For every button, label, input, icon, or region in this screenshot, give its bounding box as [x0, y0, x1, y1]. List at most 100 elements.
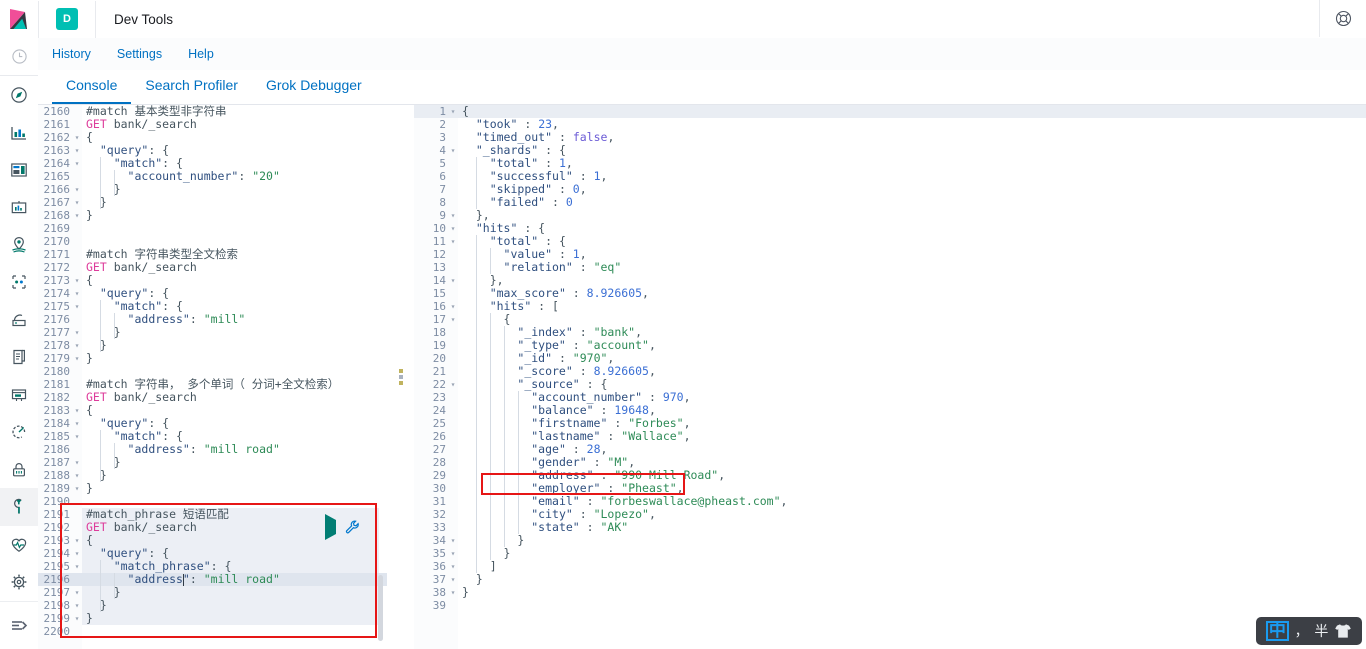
fold-toggle-icon[interactable]: ▾ [448, 547, 458, 560]
fold-toggle-icon[interactable]: ▾ [448, 274, 458, 287]
fold-toggle-icon[interactable]: ▾ [72, 352, 82, 365]
shirt-icon[interactable] [1334, 623, 1352, 639]
collapse-sidebar-button[interactable] [0, 600, 38, 649]
sidebar-item-apm[interactable] [0, 376, 38, 413]
fold-toggle-icon[interactable]: ▾ [72, 469, 82, 482]
code-line[interactable]: 9 ▾ }, [414, 209, 1366, 223]
gear-icon [10, 573, 28, 591]
code-line[interactable]: 33 "state" : "AK" [414, 521, 1366, 534]
code-line[interactable]: 2189 ▾} [38, 482, 387, 496]
sidebar-item-visualize[interactable] [0, 114, 38, 151]
code-line[interactable]: 35 ▾ } [414, 547, 1366, 560]
sidebar-item-discover[interactable] [0, 76, 38, 113]
code-line[interactable]: 16 ▾ "hits" : [ [414, 300, 1366, 313]
kibana-logo-icon[interactable] [0, 0, 39, 38]
fold-toggle-icon[interactable]: ▾ [72, 404, 82, 417]
sidebar-item-dashboard[interactable] [0, 151, 38, 188]
sidebar-item-canvas[interactable] [0, 189, 38, 226]
fold-toggle-icon[interactable]: ▾ [72, 560, 82, 573]
code-line[interactable]: 2169 [38, 222, 387, 235]
code-line[interactable]: 2168 ▾} [38, 209, 387, 223]
fold-toggle-icon[interactable]: ▾ [72, 482, 82, 495]
fold-toggle-icon[interactable]: ▾ [448, 105, 458, 118]
sidebar-item-management[interactable] [0, 563, 38, 600]
ime-status-bar[interactable]: 中 ， 半 [1256, 617, 1362, 645]
fold-toggle-icon[interactable]: ▾ [448, 586, 458, 599]
subnav-link-history[interactable]: History [52, 47, 91, 61]
code-text: } [86, 351, 93, 365]
sidebar-item-dev-tools[interactable] [0, 488, 38, 526]
fold-toggle-icon[interactable]: ▾ [72, 430, 82, 443]
fold-toggle-icon[interactable]: ▾ [448, 534, 458, 547]
fold-toggle-icon[interactable]: ▾ [72, 417, 82, 430]
sidebar-item-maps[interactable] [0, 226, 38, 263]
code-line[interactable]: 37 ▾ } [414, 573, 1366, 587]
ime-mode-indicator[interactable]: 中 [1265, 621, 1289, 641]
fold-toggle-icon[interactable]: ▾ [72, 131, 82, 144]
space-avatar[interactable]: D [39, 0, 96, 38]
fold-toggle-icon[interactable]: ▾ [448, 144, 458, 157]
fold-toggle-icon[interactable]: ▾ [72, 547, 82, 560]
fold-toggle-icon[interactable]: ▾ [448, 313, 458, 326]
fold-toggle-icon[interactable]: ▾ [448, 573, 458, 586]
fold-toggle-icon[interactable]: ▾ [72, 534, 82, 547]
editor-scrollbar[interactable] [378, 105, 385, 649]
fold-toggle-icon[interactable]: ▾ [448, 560, 458, 573]
fold-toggle-icon[interactable]: ▾ [448, 235, 458, 248]
fold-toggle-icon[interactable]: ▾ [72, 300, 82, 313]
request-options-button[interactable] [345, 520, 360, 535]
pane-resize-handle[interactable] [387, 105, 414, 649]
sidebar-item-infrastructure[interactable] [0, 301, 38, 338]
line-number: 2162 [43, 131, 71, 144]
subnav-link-help[interactable]: Help [188, 47, 214, 61]
fold-toggle-icon[interactable]: ▾ [72, 183, 82, 196]
ime-punctuation-indicator[interactable]: ， [1295, 621, 1309, 641]
code-line[interactable]: 13 "relation" : "eq" [414, 261, 1366, 274]
fold-toggle-icon[interactable]: ▾ [72, 599, 82, 612]
code-line[interactable]: 8 "failed" : 0 [414, 196, 1366, 209]
line-number: 2186 [43, 443, 71, 456]
sidebar-item-machine-learning[interactable] [0, 264, 38, 301]
code-line[interactable]: 2179 ▾} [38, 351, 387, 366]
console-request-editor[interactable]: 2160 #match 基本类型非字符串 2161 GET bank/_search 2… [38, 105, 387, 649]
fold-toggle-icon[interactable]: ▾ [72, 287, 82, 300]
fold-toggle-icon[interactable]: ▾ [72, 274, 82, 287]
send-request-button[interactable] [325, 514, 336, 540]
fold-toggle-icon[interactable]: ▾ [72, 144, 82, 157]
fold-toggle-icon[interactable]: ▾ [72, 456, 82, 469]
fold-toggle-icon[interactable]: ▾ [72, 157, 82, 170]
fold-toggle-icon[interactable]: ▾ [448, 222, 458, 235]
subnav-link-settings[interactable]: Settings [117, 47, 162, 61]
fold-toggle-icon[interactable]: ▾ [448, 378, 458, 391]
sidebar-item-recently-viewed[interactable] [0, 38, 38, 75]
code-line[interactable]: 2199 ▾} [38, 612, 387, 626]
fold-toggle-icon[interactable]: ▾ [448, 209, 458, 222]
code-line[interactable]: 36 ▾ ] [414, 560, 1366, 573]
tab-grok-debugger[interactable]: Grok Debugger [252, 77, 376, 104]
console-response-viewer[interactable]: 1 ▾{2 "took" : 23, 3 "timed_out" : false, 4… [414, 105, 1366, 649]
help-button[interactable] [1319, 0, 1366, 37]
fold-toggle-icon[interactable]: ▾ [72, 339, 82, 352]
code-line[interactable]: 39 [414, 599, 1366, 612]
ime-width-indicator[interactable]: 半 [1314, 621, 1328, 641]
sidebar-item-monitoring[interactable] [0, 526, 38, 563]
sidebar-item-logs[interactable] [0, 339, 38, 376]
fold-toggle-icon[interactable]: ▾ [72, 326, 82, 339]
code-line[interactable]: 38 ▾} [414, 586, 1366, 600]
fold-toggle-icon[interactable]: ▾ [448, 300, 458, 313]
tab-console[interactable]: Console [52, 77, 132, 104]
bar-chart-icon [10, 124, 28, 142]
code-line[interactable]: 2200 [38, 625, 387, 638]
fold-toggle-icon[interactable]: ▾ [72, 612, 82, 625]
sidebar-item-siem[interactable] [0, 451, 38, 488]
code-line[interactable]: 34 ▾ } [414, 534, 1366, 547]
fold-toggle-icon[interactable]: ▾ [72, 209, 82, 222]
fold-toggle-icon[interactable]: ▾ [72, 586, 82, 599]
line-number: 2196 [43, 573, 71, 586]
tab-search-profiler[interactable]: Search Profiler [131, 77, 252, 104]
fold-toggle-icon[interactable]: ▾ [72, 196, 82, 209]
sidebar-item-uptime[interactable] [0, 414, 38, 451]
